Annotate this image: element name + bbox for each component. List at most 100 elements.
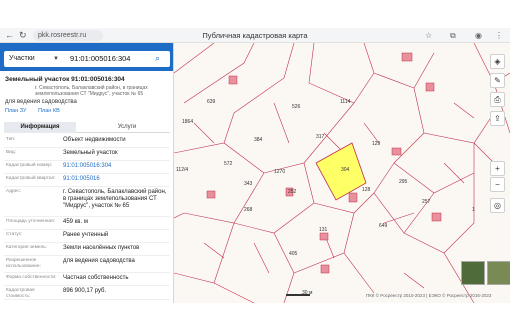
parcel-label: 1270 — [274, 169, 285, 175]
parcel-label: 343 — [244, 181, 253, 187]
locate-icon[interactable]: ◎ — [490, 198, 505, 213]
plan-links: План ЗУ План КВ — [5, 108, 70, 114]
info-row-label: Разрешенное использование: — [6, 258, 41, 269]
browser-toolbar: ← ↻ pkk.rosreestr.ru Публичная кадастров… — [0, 28, 510, 43]
object-address-note: г. Севастополь, Балаклавский район, в гр… — [35, 85, 148, 97]
info-row-label: Кадастровый номер: — [6, 163, 53, 168]
info-row: Разрешенное использование: для ведения са… — [4, 256, 170, 273]
tab-info[interactable]: Информация — [4, 122, 76, 133]
info-row: Кадастровый квартал: 91:01:005016 — [4, 174, 170, 187]
info-row-value: 896 900,17 руб. — [63, 288, 107, 294]
measure-icon[interactable]: ✎ — [490, 73, 505, 88]
info-row-label: Кадастровый квартал: — [6, 176, 56, 181]
parcel-label: 129 — [372, 141, 381, 147]
parcel-label: 1 — [472, 207, 475, 213]
share-icon[interactable]: ⇪ — [490, 111, 505, 126]
building — [319, 232, 329, 241]
back-icon[interactable]: ← — [5, 30, 14, 41]
info-row-value: Земли населённых пунктов — [63, 245, 140, 251]
plan-zu-link[interactable]: План ЗУ — [5, 108, 27, 114]
parcel-label: 572 — [224, 161, 233, 167]
app-window: ← ↻ pkk.rosreestr.ru Публичная кадастров… — [0, 0, 510, 334]
info-row-value: для ведения садоводства — [63, 258, 135, 264]
info-tabs: Информация Услуги — [4, 122, 170, 133]
search-type-select[interactable]: Участки — [9, 54, 35, 64]
building — [391, 147, 402, 156]
info-row: Тип: Объект недвижимости — [4, 135, 170, 148]
parcel-label: 128 — [362, 187, 371, 193]
parcel-label: 405 — [289, 251, 298, 257]
cadastral-map[interactable]: 639 1114 526 317 304 1864 384 129 572 12… — [174, 43, 510, 303]
info-row-label: Форма собственности: — [6, 275, 57, 280]
extensions-icon[interactable]: ⧉ — [450, 30, 456, 41]
plan-kv-link[interactable]: План КВ — [38, 108, 60, 114]
info-row: Категория земель: Земли населённых пункто… — [4, 243, 170, 256]
building — [425, 82, 435, 92]
object-title: Земельный участок 91:01:005016:304 — [5, 76, 125, 83]
parcel-label: 639 — [207, 99, 216, 105]
info-row-value[interactable]: 91:01:005016 — [63, 176, 169, 183]
profile-icon[interactable]: ◉ — [475, 30, 482, 41]
info-row-label: Площадь уточненная: — [6, 219, 56, 224]
page-title: Публичная кадастровая карта — [202, 31, 308, 40]
parcel-label: 112/4 — [176, 167, 188, 173]
search-box[interactable]: Участки ▼ 91:01:005016:304 ⌕ — [4, 51, 170, 67]
bookmark-icon[interactable]: ☆ — [425, 30, 432, 41]
building — [320, 264, 330, 274]
print-icon[interactable]: ⎙ — [490, 92, 505, 107]
info-row-value: 459 кв. м — [63, 219, 88, 225]
search-icon[interactable]: ⌕ — [155, 53, 160, 64]
building — [431, 212, 442, 222]
info-row-value: Ранее учтенный — [63, 232, 109, 238]
info-row-label: Кадастровая стоимость: — [6, 288, 35, 299]
parcel-label: 1114 — [340, 99, 351, 105]
info-row-label: Вид: — [6, 150, 17, 155]
zoom-in-button[interactable]: + — [490, 161, 505, 176]
tab-services[interactable]: Услуги — [84, 122, 170, 133]
info-row: Вид: Земельный участок — [4, 148, 170, 161]
info-row-label: Категория земель: — [6, 245, 48, 250]
parcel-label: 295 — [399, 179, 408, 185]
info-row-label: Статус: — [6, 232, 23, 237]
parcel-label: 131 — [319, 227, 328, 233]
chevron-down-icon[interactable]: ▼ — [53, 54, 59, 64]
parcel-label: 649 — [379, 223, 388, 229]
building — [228, 75, 238, 85]
info-row-value: Частная собственность — [63, 275, 129, 281]
parcel-label: 526 — [292, 104, 301, 110]
zoom-out-button[interactable]: − — [490, 177, 505, 192]
parcel-label: 252 — [288, 189, 297, 195]
info-row-value: г. Севастополь, Балаклавский район, в гр… — [63, 189, 167, 209]
info-row-value: Объект недвижимости — [63, 137, 126, 143]
parcel-label: 304 — [341, 167, 350, 173]
info-row: Статус: Ранее учтенный — [4, 230, 170, 243]
parcel-label: 1864 — [182, 119, 193, 125]
info-row: Кадастровая стоимость: 896 900,17 руб. — [4, 286, 170, 300]
reload-icon[interactable]: ↻ — [19, 30, 27, 41]
parcel-label: 384 — [254, 137, 263, 143]
info-row: Площадь уточненная: 459 кв. м — [4, 217, 170, 230]
address-bar[interactable]: pkk.rosreestr.ru — [33, 30, 103, 41]
info-row: Кадастровый номер: 91:01:005016:304 — [4, 161, 170, 174]
info-row-label: Тип: — [6, 137, 16, 142]
info-table: Тип: Объект недвижимости Вид: Земельный уча… — [4, 135, 170, 300]
parcel-label: 317 — [316, 134, 325, 140]
layers-icon[interactable]: ◈ — [490, 54, 505, 69]
building — [401, 52, 413, 62]
info-row-label: Адрес: — [6, 189, 22, 194]
search-bar: Участки ▼ 91:01:005016:304 ⌕ — [0, 43, 173, 71]
building — [348, 192, 358, 203]
building — [206, 190, 216, 199]
map-attribution: ПКК © Росреестр 2010-2023 | ЕЭКО © Росре… — [366, 293, 492, 298]
map-canvas[interactable]: 639 1114 526 317 304 1864 384 129 572 12… — [174, 43, 510, 303]
menu-icon[interactable]: ⋮ — [495, 30, 503, 41]
info-row-value[interactable]: 91:01:005016:304 — [63, 163, 169, 170]
parcel-label: 268 — [244, 207, 253, 213]
parcel-label: 257 — [422, 199, 431, 205]
terrain-basemap-thumbnail[interactable] — [487, 261, 510, 285]
scale-label: 30 м — [302, 290, 313, 296]
search-input[interactable]: 91:01:005016:304 — [70, 54, 130, 64]
satellite-basemap-thumbnail[interactable] — [461, 261, 485, 285]
info-row: Форма собственности: Частная собственност… — [4, 273, 170, 286]
info-row: Адрес: г. Севастополь, Балаклавский район… — [4, 187, 170, 217]
